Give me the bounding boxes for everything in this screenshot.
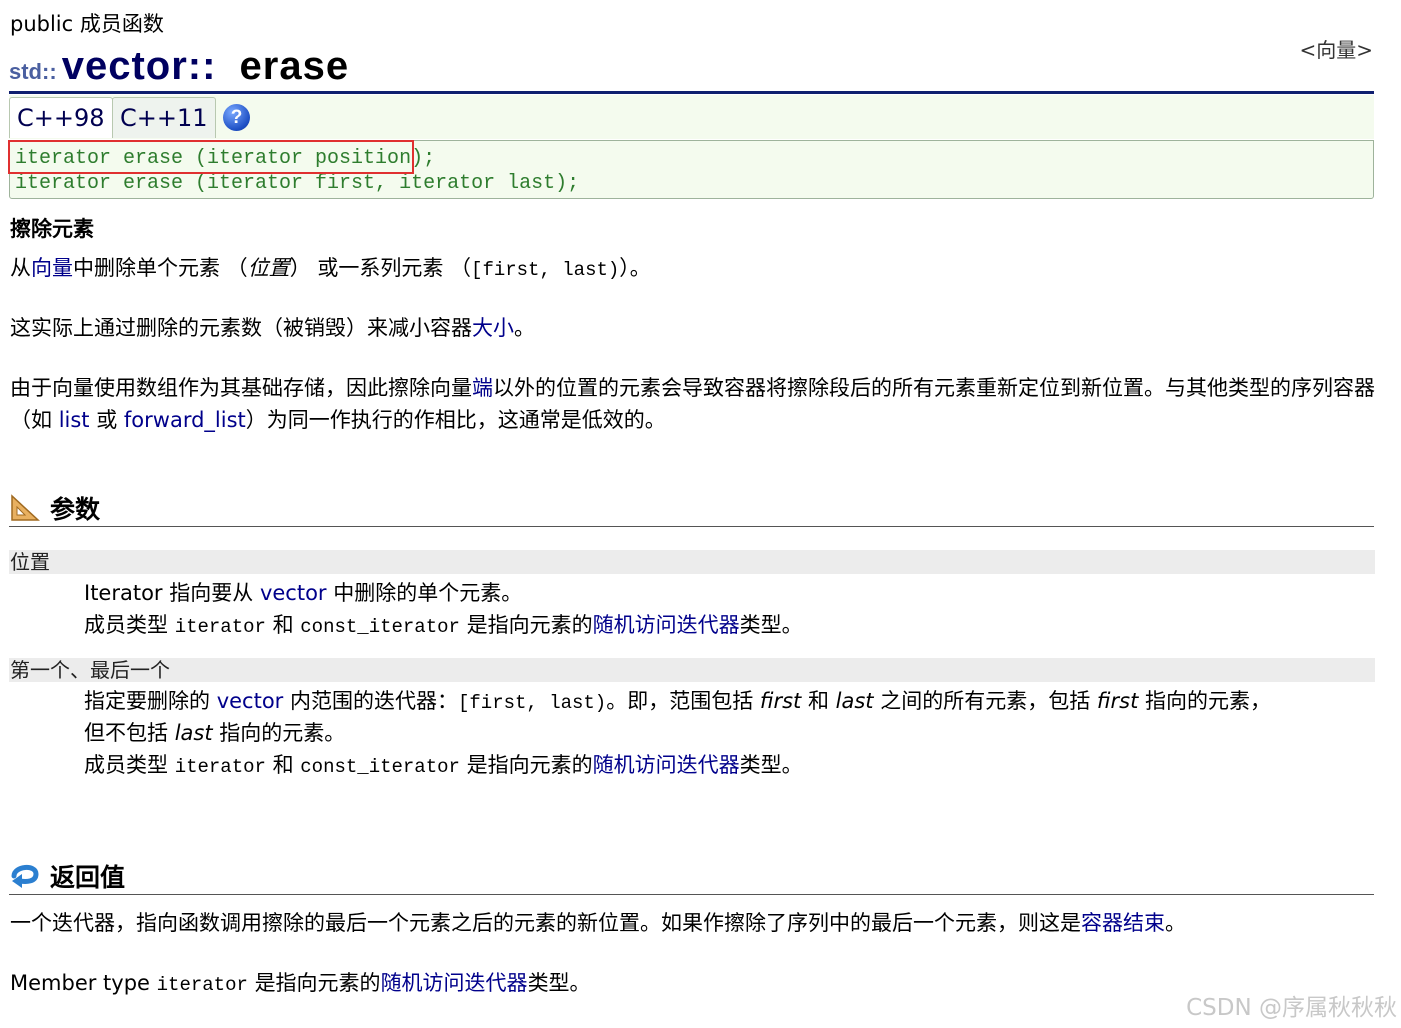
text: Iterator 指向要从 (84, 581, 254, 605)
text: ） 或一系列元素 （ (289, 256, 472, 280)
text: 一个迭代器，指向函数调用擦除的最后一个元素之后的元素的新位置。如果作擦除了序列中… (10, 911, 1081, 935)
text: 类型。 (527, 971, 591, 995)
range-code: [first, last) (471, 259, 620, 281)
forward-list-link[interactable]: forward_list (124, 408, 246, 432)
watermark: CSDN @序属秋秋秋 (1186, 995, 1397, 1021)
text: 中删除单个元素 （ (73, 256, 248, 280)
last-term: last (835, 689, 874, 713)
random-access-iterator-link[interactable]: 随机访问迭代器 (593, 753, 740, 777)
text: 成员类型 (84, 613, 168, 637)
text: 指定要删除的 (84, 689, 210, 713)
return-value-title: 返回值 (50, 863, 126, 892)
access-label: public 成员函数 (10, 12, 164, 36)
description-paragraph: 从向量中删除单个元素 （位置） 或一系列元素 （[first, last)）。 (10, 252, 1375, 286)
position-term: 位置 (247, 256, 290, 280)
declaration-range: iterator erase (iterator first, iterator… (15, 172, 580, 195)
first-term: first (1096, 689, 1139, 713)
text: 或 (96, 408, 118, 432)
parameters-heading: 参数 (10, 490, 100, 528)
text: 是指向元素的 (254, 971, 381, 995)
text: 类型。 (739, 753, 803, 777)
text: 。即，范围包括 (606, 689, 754, 713)
text: 和 (807, 689, 829, 713)
param-name-first-last: 第一个、最后一个 (9, 658, 1375, 682)
text: ）。 (619, 256, 651, 280)
text: 从 (10, 256, 31, 280)
tab-cpp98[interactable]: C++98 (9, 97, 113, 138)
code: iterator (156, 974, 248, 996)
text: 这实际上通过删除的元素数（被销毁）来减小容器 (10, 316, 472, 340)
section-divider (9, 894, 1374, 895)
param-desc: 成员类型 iterator 和 const_iterator 是指向元素的随机访… (84, 749, 1374, 783)
text: 但不包括 (84, 721, 168, 745)
random-access-iterator-link[interactable]: 随机访问迭代器 (381, 971, 528, 995)
text: 是指向元素的 (466, 613, 593, 637)
last-term: last (174, 721, 213, 745)
vector-link[interactable]: 向量 (31, 256, 73, 280)
text: 类型。 (739, 613, 803, 637)
range-code: [first, last) (457, 692, 607, 714)
section-divider (9, 526, 1374, 527)
param-desc: 指定要删除的 vector 内范围的迭代器：[first, last)。即，范围… (84, 685, 1374, 719)
help-icon[interactable]: ? (223, 104, 250, 131)
vector-link[interactable]: vector (217, 689, 284, 713)
param-desc: 但不包括 last 指向的元素。 (84, 717, 1374, 749)
summary-title: 擦除元素 (10, 217, 94, 241)
tab-cpp11[interactable]: C++11 (112, 97, 216, 138)
text: 和 (272, 613, 294, 637)
param-desc: 成员类型 iterator 和 const_iterator 是指向元素的随机访… (84, 609, 1374, 643)
parameters-title: 参数 (50, 495, 101, 524)
description-paragraph: 这实际上通过删除的元素数（被销毁）来减小容器大小。 (10, 312, 1375, 344)
parent-container-link[interactable]: <向量> (1299, 34, 1373, 63)
text: 之间的所有元素，包括 (880, 689, 1091, 713)
code: const_iterator (300, 616, 460, 638)
text: ）为同一作执行的作相比，这通常是低效的。 (245, 408, 666, 432)
return-type-note: Member type iterator 是指向元素的随机访问迭代器类型。 (10, 967, 1375, 1001)
text: 指向的元素。 (219, 721, 346, 745)
text: 指向的元素， (1144, 689, 1271, 713)
text: 中删除的单个元素。 (333, 581, 523, 605)
return-value-heading: 返回值 (10, 858, 125, 896)
text: 由于向量使用数组作为其基础存储，因此擦除向量 (10, 376, 472, 400)
title-class: vector:: (61, 44, 217, 88)
return-description: 一个迭代器，指向函数调用擦除的最后一个元素之后的元素的新位置。如果作擦除了序列中… (10, 907, 1375, 939)
code: iterator (174, 616, 266, 638)
first-term: first (759, 689, 802, 713)
code: iterator (174, 756, 266, 778)
container-end-link[interactable]: 容器结束 (1081, 911, 1165, 935)
text: Member type (10, 971, 150, 995)
page-title: std:: vector:: erase (9, 44, 349, 89)
title-function: erase (239, 44, 350, 88)
param-name-position: 位置 (9, 550, 1375, 574)
text: 。 (514, 316, 535, 340)
code: const_iterator (300, 756, 460, 778)
set-square-icon (10, 494, 40, 528)
highlight-box (8, 140, 414, 174)
text: 成员类型 (84, 753, 168, 777)
random-access-iterator-link[interactable]: 随机访问迭代器 (593, 613, 740, 637)
title-divider (9, 91, 1374, 94)
version-tabs: C++98 C++11 ? (9, 95, 1374, 139)
vector-link[interactable]: vector (260, 581, 327, 605)
end-link[interactable]: 端 (472, 376, 493, 400)
text: 。 (1165, 911, 1186, 935)
text: 和 (272, 753, 294, 777)
title-namespace: std:: (9, 59, 57, 84)
text: 是指向元素的 (466, 753, 593, 777)
param-desc: Iterator 指向要从 vector 中删除的单个元素。 (84, 577, 1374, 609)
size-link[interactable]: 大小 (472, 316, 514, 340)
description-paragraph: 由于向量使用数组作为其基础存储，因此擦除向量端以外的位置的元素会导致容器将擦除段… (10, 372, 1375, 436)
return-arrow-icon (10, 862, 40, 896)
text: 内范围的迭代器： (289, 689, 458, 713)
list-link[interactable]: list (59, 408, 90, 432)
